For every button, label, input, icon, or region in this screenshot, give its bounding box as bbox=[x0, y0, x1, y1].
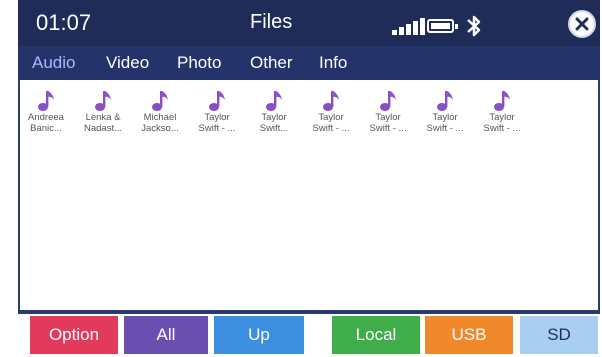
local-button[interactable]: Local bbox=[332, 316, 420, 354]
file-name-line2: Nadast... bbox=[83, 123, 123, 134]
file-name-line1: Taylor bbox=[204, 112, 230, 123]
file-item[interactable]: Taylor Swift - ... bbox=[474, 88, 530, 148]
file-name-line1: Taylor bbox=[261, 112, 287, 123]
close-button[interactable] bbox=[568, 10, 596, 38]
file-name-line1: Taylor bbox=[375, 112, 401, 123]
file-name-line2: Swift - ... bbox=[312, 123, 350, 134]
file-item[interactable]: Taylor Swift - ... bbox=[189, 88, 245, 148]
up-button[interactable]: Up bbox=[214, 316, 304, 354]
file-name-line1: Lenka & bbox=[85, 112, 121, 123]
file-item[interactable]: Taylor Swift - ... bbox=[360, 88, 416, 148]
battery-icon bbox=[427, 19, 458, 33]
music-note-icon bbox=[380, 91, 396, 111]
file-name-line2: Swift - ... bbox=[483, 123, 521, 134]
file-name-line2: Jackso... bbox=[141, 123, 179, 134]
file-name-line2: Swift - ... bbox=[426, 123, 464, 134]
close-icon bbox=[575, 17, 589, 31]
music-note-icon bbox=[38, 91, 54, 111]
status-bar: 01:07 Files bbox=[18, 0, 600, 46]
file-name-line1: Taylor bbox=[318, 112, 344, 123]
bluetooth-icon bbox=[467, 15, 481, 37]
music-note-icon bbox=[152, 91, 168, 111]
music-note-icon bbox=[95, 91, 111, 111]
file-name-line2: Swift... bbox=[259, 123, 289, 134]
file-item[interactable]: Taylor Swift... bbox=[246, 88, 302, 148]
bottom-action-bar: Option All Up Local USB SD bbox=[18, 314, 600, 357]
music-note-icon bbox=[266, 91, 282, 111]
music-note-icon bbox=[209, 91, 225, 111]
file-name-line1: Taylor bbox=[432, 112, 458, 123]
category-tabs: Audio Video Photo Other Info bbox=[18, 46, 600, 80]
music-note-icon bbox=[494, 91, 510, 111]
tab-audio[interactable]: Audio bbox=[32, 53, 75, 73]
file-name-line2: Swift - ... bbox=[198, 123, 236, 134]
file-item[interactable]: Lenka & Nadast... bbox=[75, 88, 131, 148]
tab-info[interactable]: Info bbox=[319, 53, 347, 73]
music-note-icon bbox=[323, 91, 339, 111]
file-name-line1: Michael bbox=[143, 112, 177, 123]
option-button[interactable]: Option bbox=[30, 316, 118, 354]
clock: 01:07 bbox=[36, 10, 92, 35]
usb-button[interactable]: USB bbox=[425, 316, 513, 354]
tab-photo[interactable]: Photo bbox=[177, 53, 221, 73]
tab-video[interactable]: Video bbox=[106, 53, 149, 73]
sd-button[interactable]: SD bbox=[520, 316, 598, 354]
file-name-line1: Andreea bbox=[28, 112, 64, 123]
music-note-icon bbox=[437, 91, 453, 111]
file-item[interactable]: Andreea Banic... bbox=[18, 88, 74, 148]
file-list: Andreea Banic... Lenka & Nadast... Micha… bbox=[20, 80, 598, 310]
file-item[interactable]: Michael Jackso... bbox=[132, 88, 188, 148]
all-button[interactable]: All bbox=[124, 316, 208, 354]
file-name-line1: Taylor bbox=[489, 112, 515, 123]
screen-title: Files bbox=[250, 11, 293, 33]
signal-icon bbox=[392, 17, 432, 35]
file-name-line2: Swift - ... bbox=[369, 123, 407, 134]
media-player-screen: 01:07 Files Audio Video Photo Other Info bbox=[18, 0, 600, 357]
file-item[interactable]: Taylor Swift - ... bbox=[417, 88, 473, 148]
tab-other[interactable]: Other bbox=[250, 53, 293, 73]
file-name-line2: Banic... bbox=[30, 123, 62, 134]
file-item[interactable]: Taylor Swift - ... bbox=[303, 88, 359, 148]
